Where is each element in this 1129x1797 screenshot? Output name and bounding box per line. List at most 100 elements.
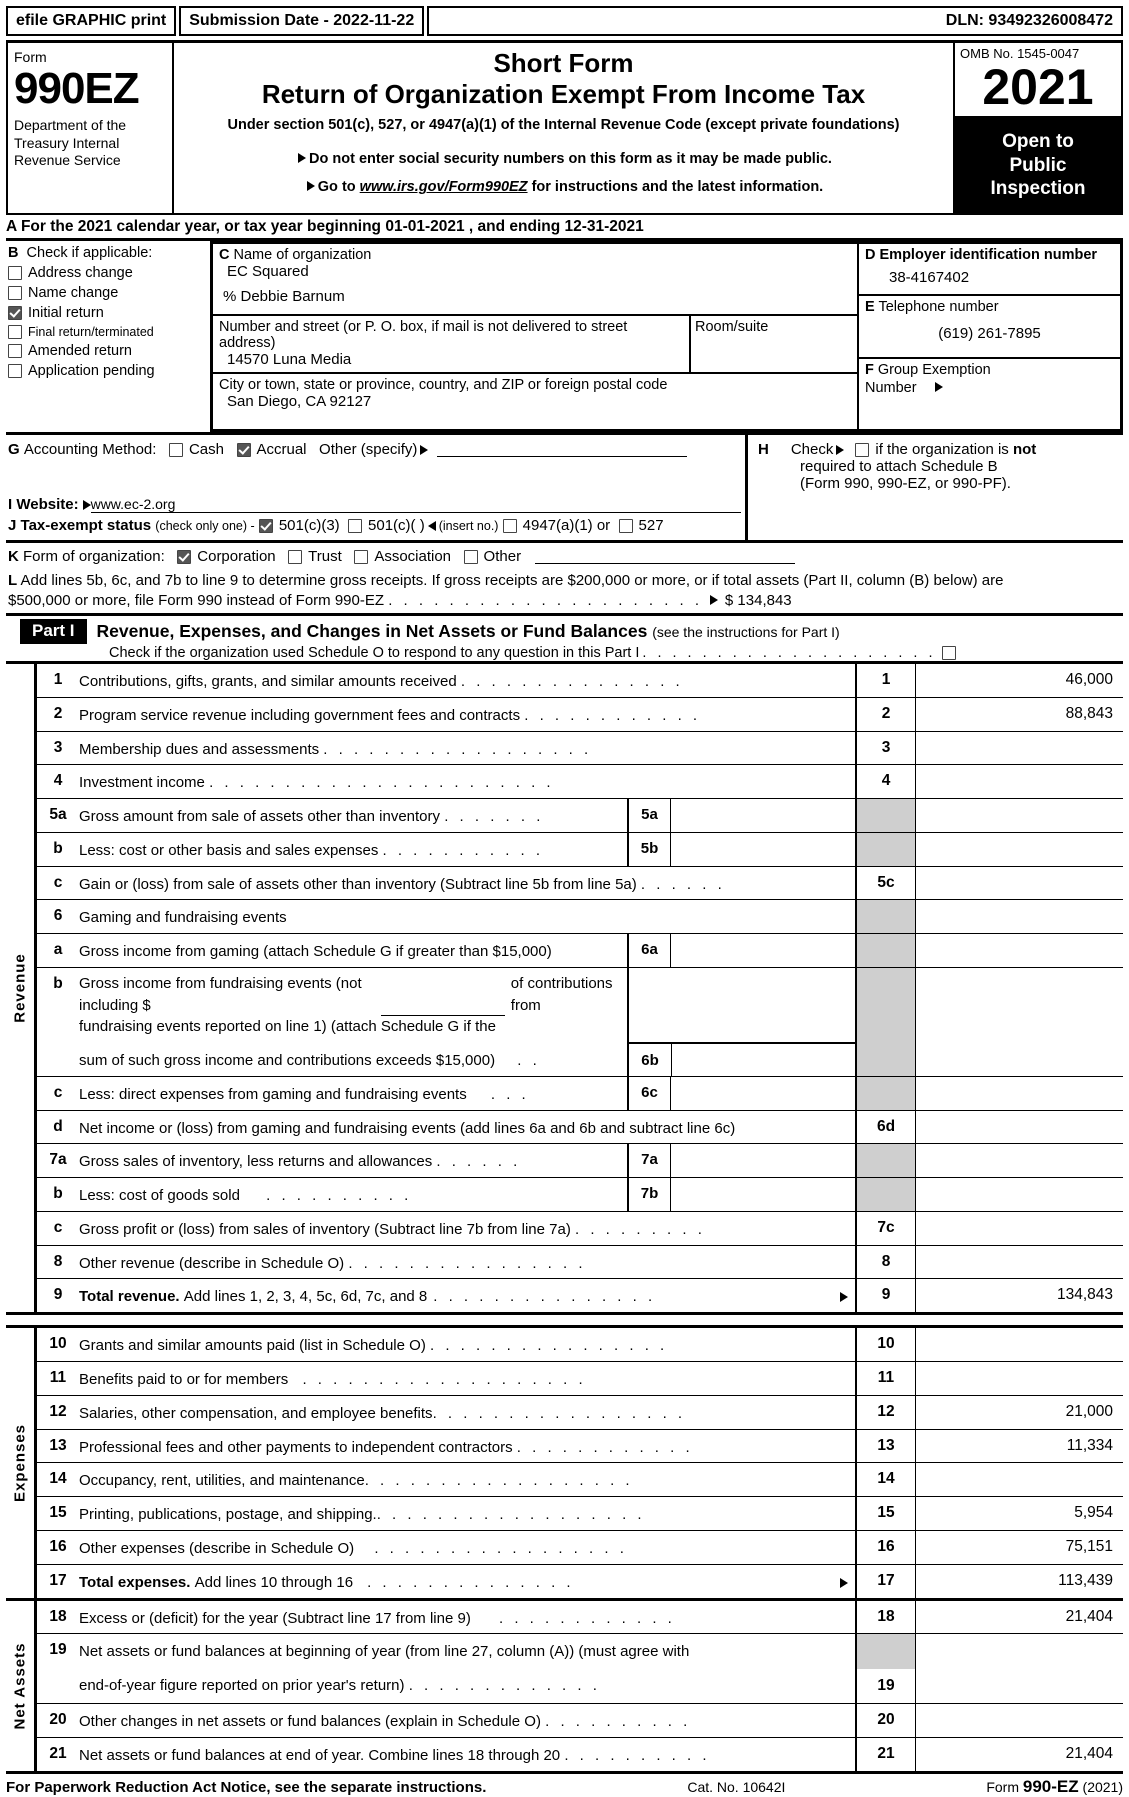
goto-suffix: for instructions and the latest informat… xyxy=(531,179,824,196)
line-amount[interactable]: 21,000 xyxy=(915,1395,1123,1429)
checkbox-icon-other-org[interactable] xyxy=(463,549,478,564)
checkbox-icon-corporation[interactable] xyxy=(177,549,192,564)
line-description-text: Contributions, gifts, grants, and simila… xyxy=(79,673,457,690)
checkbox-icon-527[interactable] xyxy=(618,518,633,533)
line-number: 18 xyxy=(49,1607,67,1625)
website-value[interactable]: www.ec-2.org xyxy=(90,496,741,513)
section-l-leader-dots: . . . . . . . . . . . . . . . . . . . . … xyxy=(388,591,703,609)
line-number: 2 xyxy=(53,704,63,722)
ein-value[interactable]: 38-4167402 xyxy=(865,269,1114,286)
sub-line-amount[interactable] xyxy=(671,934,855,967)
checkbox-icon-name-change[interactable] xyxy=(8,286,22,300)
irs-form990ez-link[interactable]: www.irs.gov/Form990EZ xyxy=(360,179,528,195)
line-amount[interactable] xyxy=(915,1328,1123,1361)
line-number: c xyxy=(53,1083,63,1101)
sub-line-amount[interactable] xyxy=(671,1041,855,1076)
checkbox-label-association: Association xyxy=(374,548,452,565)
ssn-warning-line: Do not enter social security numbers on … xyxy=(174,151,953,167)
form-title-short: Short Form xyxy=(493,48,634,78)
line-amount[interactable]: 21,404 xyxy=(915,1738,1123,1771)
sub-line-amount[interactable] xyxy=(671,833,855,866)
street-caption: Number and street (or P. O. box, if mail… xyxy=(219,319,628,351)
line-amount[interactable] xyxy=(915,731,1123,765)
line-number: 21 xyxy=(49,1745,67,1762)
line-amount[interactable]: 46,000 xyxy=(915,664,1123,697)
street-value[interactable]: 14570 Luna Media xyxy=(219,351,685,368)
checkbox-icon-4947a1[interactable] xyxy=(502,518,517,533)
line-amount[interactable] xyxy=(915,1245,1123,1279)
org-name-value[interactable]: EC Squared xyxy=(219,263,853,280)
checkbox-icon-accrual[interactable] xyxy=(236,442,251,457)
line-amount[interactable]: 113,439 xyxy=(915,1564,1123,1598)
checkbox-icon-501c[interactable] xyxy=(348,518,363,533)
dln-label: DLN: 93492326008472 xyxy=(427,6,1123,36)
city-value[interactable]: San Diego, CA 92127 xyxy=(219,393,853,410)
sub-line-amount[interactable] xyxy=(671,799,855,832)
street-row: Number and street (or P. O. box, if mail… xyxy=(213,316,857,374)
section-g-caption: Accounting Method: xyxy=(23,441,157,458)
goto-prefix: Go to xyxy=(317,179,356,196)
checkbox-icon-initial-return[interactable] xyxy=(8,306,22,320)
part-1-header: Part I Revenue, Expenses, and Changes in… xyxy=(6,613,1123,661)
section-b-heading: B Check if applicable: xyxy=(8,245,210,261)
checkbox-application-pending[interactable]: Application pending xyxy=(8,363,210,379)
line-description-text: Add lines 1, 2, 3, 4, 5c, 6d, 7c, and 8 xyxy=(183,1288,428,1306)
other-org-input[interactable] xyxy=(535,549,796,564)
line-amount[interactable] xyxy=(915,765,1123,798)
checkbox-icon-schedule-o[interactable] xyxy=(942,646,957,660)
form-990ez-page: efile GRAPHIC print Submission Date - 20… xyxy=(0,6,1129,1796)
line-amount[interactable] xyxy=(915,1362,1123,1395)
checkbox-icon-amended-return[interactable] xyxy=(8,344,22,358)
checkbox-address-change[interactable]: Address change xyxy=(8,265,210,281)
checkbox-icon-not-required-schedule-b[interactable] xyxy=(855,442,870,457)
table-row: 11 Benefits paid to or for members . . .… xyxy=(37,1362,1123,1396)
checkbox-icon-association[interactable] xyxy=(354,549,369,564)
inspection-text: Inspection xyxy=(990,178,1086,200)
checkbox-icon-cash[interactable] xyxy=(168,442,183,457)
revenue-rows: 1 Contributions, gifts, grants, and simi… xyxy=(37,664,1123,1313)
footer-form-prefix: Form xyxy=(986,1779,1019,1795)
line-amount[interactable]: 21,404 xyxy=(915,1600,1123,1634)
fundraising-contrib-input[interactable] xyxy=(380,1000,505,1017)
sub-line-amount[interactable] xyxy=(671,1077,855,1110)
line-amount[interactable] xyxy=(915,1211,1123,1245)
checkbox-icon-final-return[interactable] xyxy=(8,325,22,339)
line-amount[interactable] xyxy=(915,1463,1123,1496)
sub-line-amount[interactable] xyxy=(671,1178,855,1211)
public-text: Public xyxy=(1009,154,1067,176)
line-amount[interactable]: 134,843 xyxy=(915,1279,1123,1313)
checkbox-name-change[interactable]: Name change xyxy=(8,285,210,301)
section-g-letter: G xyxy=(8,441,20,458)
sub-line-number: 6a xyxy=(629,934,671,967)
line-description: Program service revenue including govern… xyxy=(79,698,855,731)
checkbox-icon-address-change[interactable] xyxy=(8,266,22,280)
checkbox-icon-trust[interactable] xyxy=(288,549,303,564)
checkbox-initial-return[interactable]: Initial return xyxy=(8,305,210,321)
line-amount[interactable]: 75,151 xyxy=(915,1530,1123,1564)
section-j-note: (check only one) - xyxy=(155,518,255,533)
section-h-block: H Check if the organization is not requi… xyxy=(745,435,1123,540)
checkbox-icon-application-pending[interactable] xyxy=(8,364,22,378)
line-amount[interactable] xyxy=(915,1704,1123,1737)
line-col-number: 3 xyxy=(855,731,915,765)
leader-dots: . . . . . . . . . . . . . . . . xyxy=(430,1337,668,1355)
accounting-other-input[interactable] xyxy=(437,442,688,457)
line-description-bold: Total revenue. xyxy=(79,1288,180,1306)
sub-line-amount[interactable] xyxy=(671,1144,855,1177)
line-number: 8 xyxy=(53,1252,63,1270)
line-amount[interactable]: 11,334 xyxy=(915,1429,1123,1463)
care-of-value[interactable]: % Debbie Barnum xyxy=(219,288,853,305)
line-amount[interactable] xyxy=(915,866,1123,900)
section-ghij: G Accounting Method: Cash Accrual Other … xyxy=(6,432,1123,540)
line-amount[interactable]: 88,843 xyxy=(915,697,1123,731)
line-amount[interactable] xyxy=(915,1110,1123,1144)
telephone-value[interactable]: (619) 261-7895 xyxy=(865,325,1114,342)
section-e-caption: Telephone number xyxy=(878,299,999,315)
line-description-bold: Total expenses. xyxy=(79,1573,191,1591)
checkbox-label-initial-return: Initial return xyxy=(28,305,104,321)
checkbox-icon-501c3[interactable] xyxy=(258,518,273,533)
checkbox-amended-return[interactable]: Amended return xyxy=(8,343,210,359)
line-amount[interactable] xyxy=(915,1634,1123,1704)
efile-graphic-print-label: efile GRAPHIC print xyxy=(6,6,177,36)
checkbox-final-return[interactable]: Final return/terminated xyxy=(8,325,210,339)
